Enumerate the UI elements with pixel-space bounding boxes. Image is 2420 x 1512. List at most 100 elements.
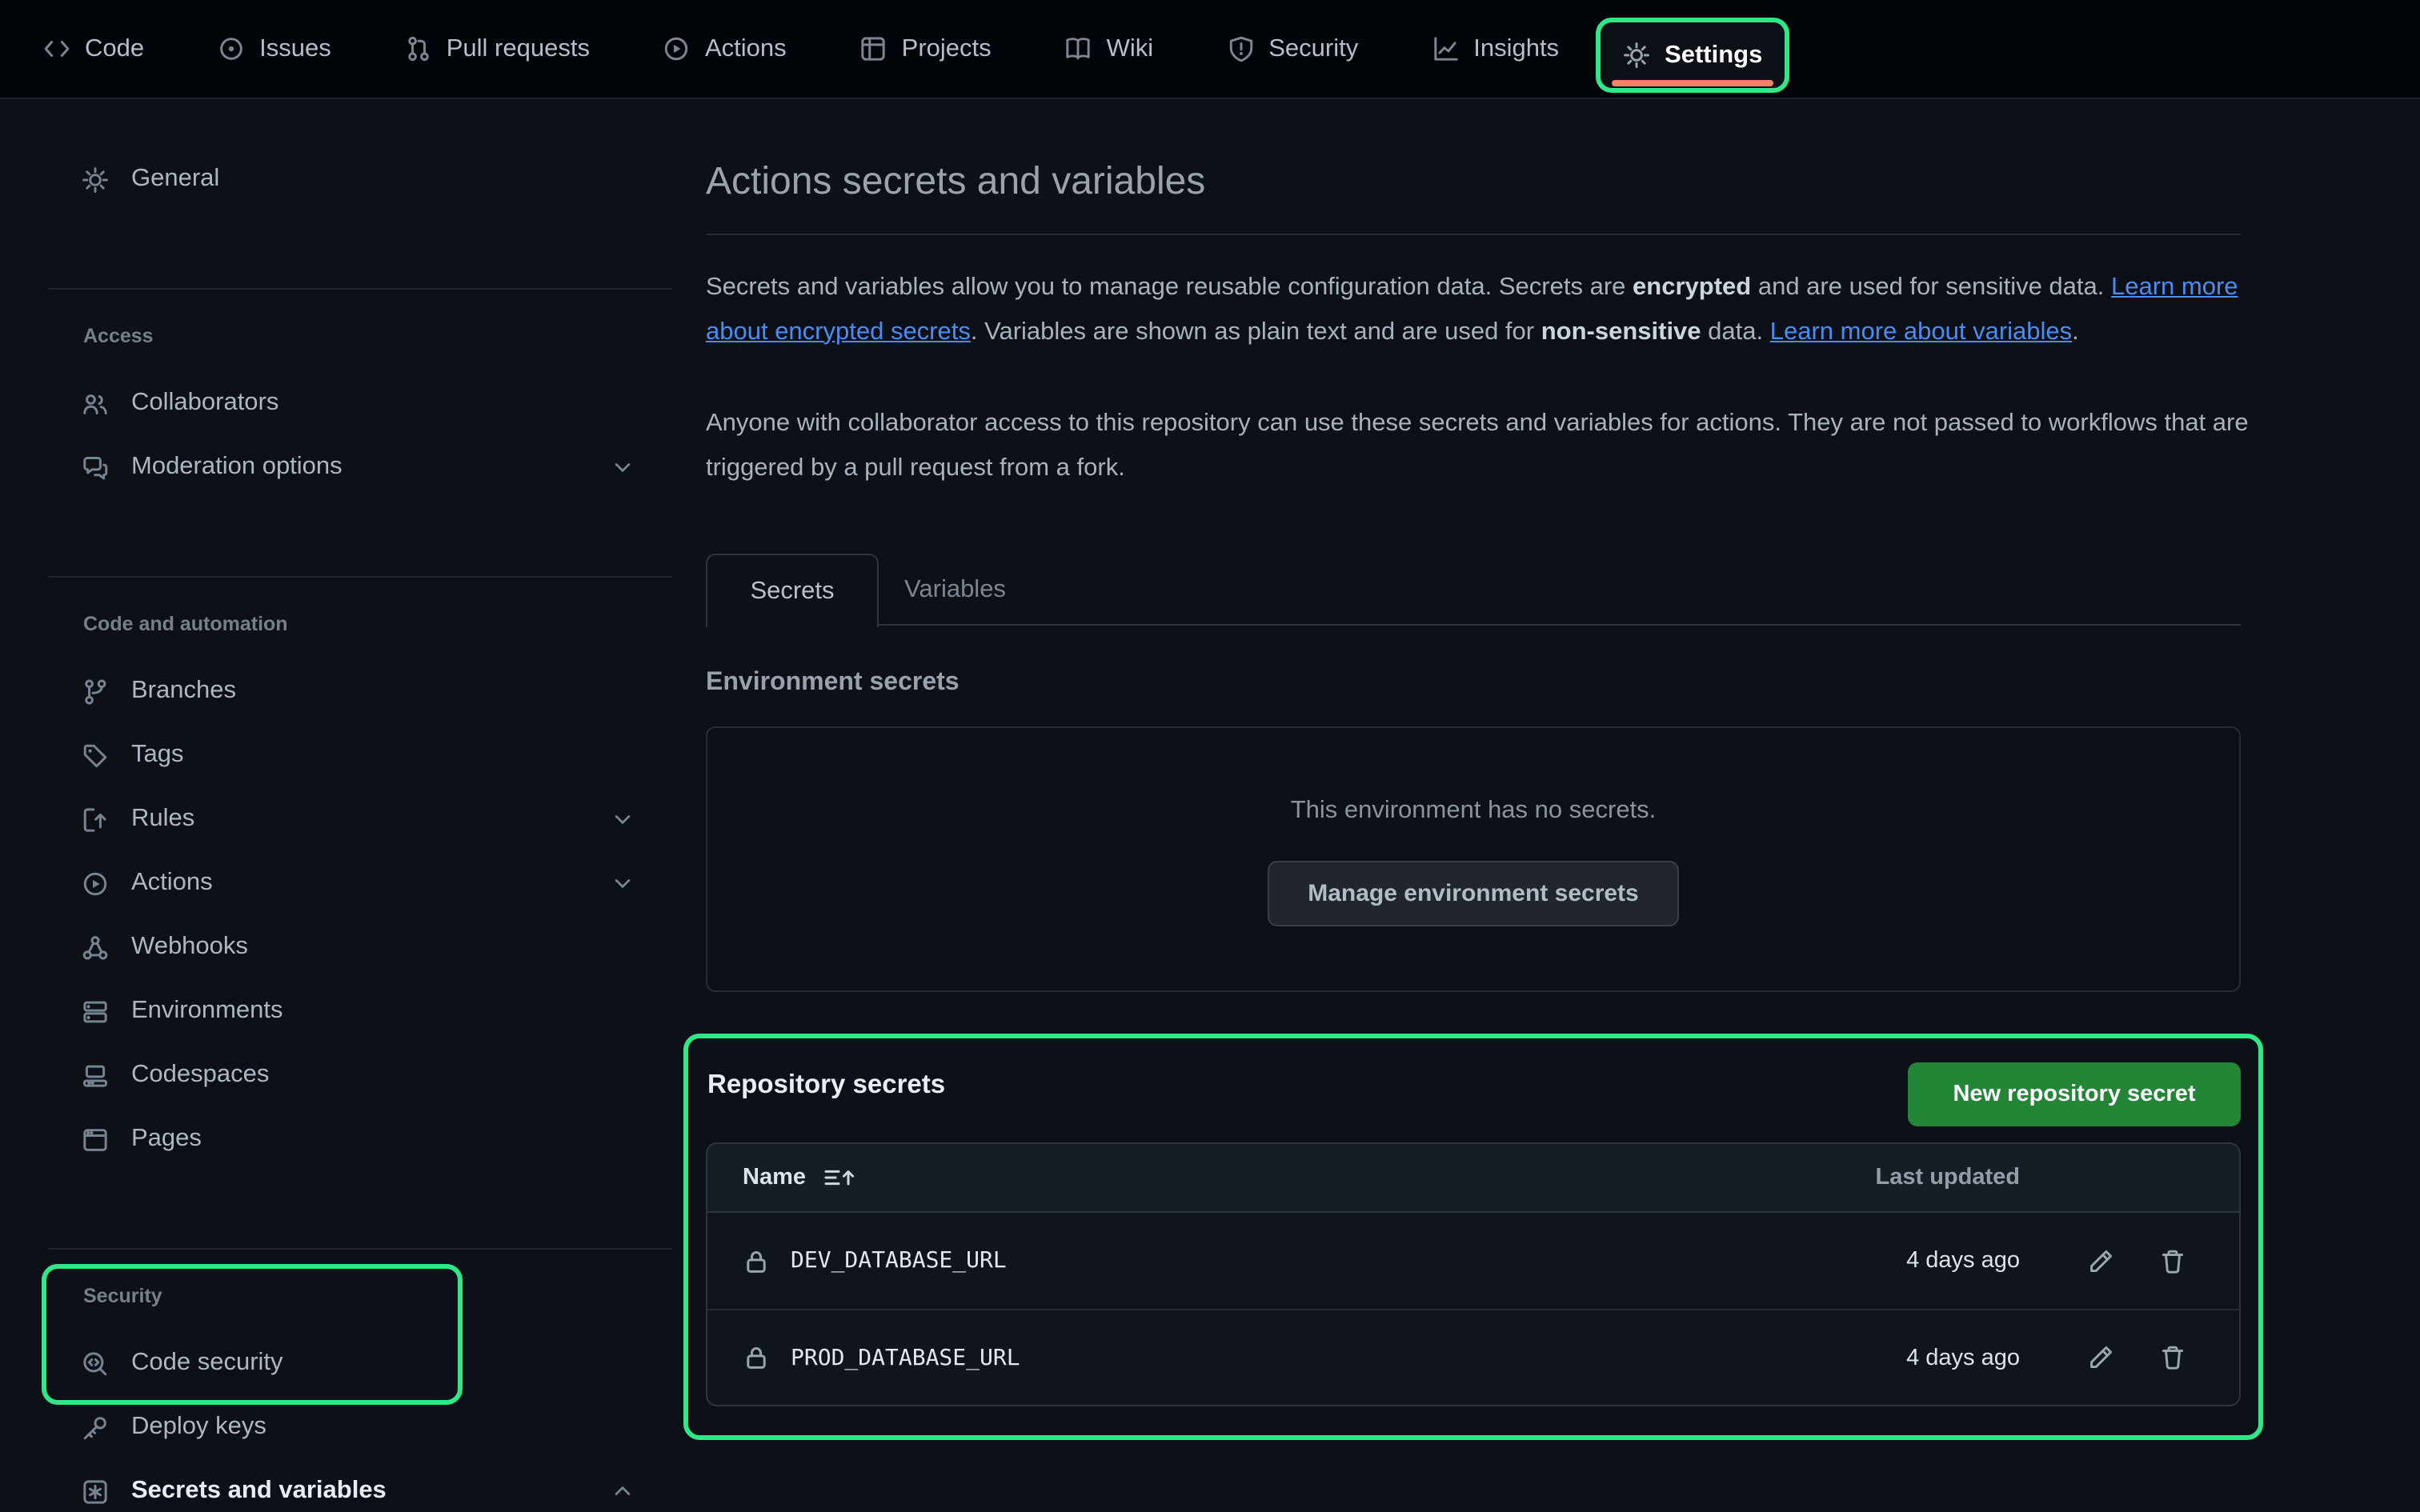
chevron-down-icon bbox=[611, 456, 634, 478]
sidebar-item-label: Rules bbox=[131, 805, 194, 834]
codescan-icon bbox=[82, 1350, 110, 1377]
table-row: PROD_DATABASE_URL 4 days ago bbox=[707, 1309, 2239, 1405]
repository-secrets-heading: Repository secrets bbox=[707, 1070, 945, 1101]
sidebar-item-collaborators[interactable]: Collaborators bbox=[48, 371, 672, 435]
sidebar-item-moderation-options[interactable]: Moderation options bbox=[48, 435, 672, 499]
sidebar-divider bbox=[48, 1248, 672, 1250]
edit-secret-button[interactable] bbox=[2087, 1247, 2114, 1274]
chevron-down-icon bbox=[611, 872, 634, 894]
sidebar-item-codespaces[interactable]: Codespaces bbox=[48, 1043, 672, 1107]
sidebar-item-label: General bbox=[131, 165, 219, 194]
sidebar-item-label: Secrets and variables bbox=[131, 1477, 387, 1506]
intro-text: data. bbox=[1701, 318, 1770, 345]
nav-tab-label: Insights bbox=[1473, 34, 1559, 63]
tab-variables[interactable]: Variables bbox=[904, 554, 1006, 626]
pull-request-icon bbox=[405, 35, 432, 62]
nav-tab-projects[interactable]: Projects bbox=[823, 0, 1028, 98]
nav-tab-label: Code bbox=[85, 34, 144, 63]
table-row: DEV_DATABASE_URL 4 days ago bbox=[707, 1213, 2239, 1309]
title-divider bbox=[706, 234, 2241, 235]
environment-empty-message: This environment has no secrets. bbox=[1291, 797, 1657, 826]
nav-tab-insights[interactable]: Insights bbox=[1395, 0, 1596, 98]
screen: CodeIssuesPull requestsActionsProjectsWi… bbox=[0, 0, 2420, 1512]
edit-secret-button[interactable] bbox=[2087, 1344, 2114, 1371]
new-repository-secret-button[interactable]: New repository secret bbox=[1908, 1062, 2241, 1126]
active-tab-underline bbox=[1612, 80, 1773, 86]
intro-text: . bbox=[2072, 318, 2079, 345]
environment-secrets-panel: This environment has no secrets. Manage … bbox=[706, 726, 2241, 992]
intro-text: and are used for sensitive data. bbox=[1751, 274, 2111, 301]
webhook-icon bbox=[82, 934, 110, 961]
sidebar-item-general[interactable]: General bbox=[48, 147, 672, 211]
sidebar-item-actions[interactable]: Actions bbox=[48, 851, 672, 915]
sidebar-item-label: Moderation options bbox=[131, 453, 343, 482]
rule-icon bbox=[82, 806, 110, 833]
secret-last-updated: 4 days ago bbox=[1906, 1345, 2020, 1370]
nav-tab-wiki[interactable]: Wiki bbox=[1028, 0, 1191, 98]
play-icon bbox=[663, 35, 691, 62]
column-header-name[interactable]: Name bbox=[743, 1165, 857, 1190]
emphasis-text: non-sensitive bbox=[1541, 318, 1701, 345]
comment-discussion-icon bbox=[82, 454, 110, 481]
environment-secrets-heading: Environment secrets bbox=[706, 669, 960, 698]
tab-variables-label: Variables bbox=[904, 575, 1006, 604]
graph-icon bbox=[1432, 35, 1459, 62]
sidebar-item-label: Deploy keys bbox=[131, 1413, 266, 1442]
sidebar-item-label: Code security bbox=[131, 1349, 283, 1378]
emphasis-text: encrypted bbox=[1633, 274, 1751, 301]
nav-tab-label: Issues bbox=[259, 34, 331, 63]
tab-secrets[interactable]: Secrets bbox=[706, 554, 879, 627]
sidebar-section-access: Access bbox=[83, 325, 154, 347]
nav-tab-pull-requests[interactable]: Pull requests bbox=[368, 0, 627, 98]
code-icon bbox=[43, 35, 70, 62]
top-nav: Code Issues Pull requestsActions Projects Wi… bbox=[0, 0, 2420, 99]
nav-tab-label: Security bbox=[1268, 34, 1358, 63]
sidebar-item-environments[interactable]: Environments bbox=[48, 979, 672, 1043]
sidebar-item-branches[interactable]: Branches bbox=[48, 659, 672, 723]
sidebar-item-code-security[interactable]: Code security bbox=[48, 1331, 672, 1395]
sidebar-item-deploy-keys[interactable]: Deploy keys bbox=[48, 1395, 672, 1459]
link-learn-more-about-variables[interactable]: Learn more about variables bbox=[1770, 318, 2072, 345]
sidebar-item-label: Environments bbox=[131, 997, 283, 1026]
nav-tab-label: Projects bbox=[902, 34, 992, 63]
sidebar-item-label: Pages bbox=[131, 1125, 202, 1154]
sidebar-item-webhooks[interactable]: Webhooks bbox=[48, 915, 672, 979]
intro-text: Secrets and variables allow you to manag… bbox=[706, 274, 1633, 301]
sidebar-item-label: Webhooks bbox=[131, 933, 248, 962]
secret-last-updated: 4 days ago bbox=[1906, 1248, 2020, 1274]
nav-tab-label: Wiki bbox=[1107, 34, 1154, 63]
tab-strip-line bbox=[875, 624, 2241, 626]
delete-secret-button[interactable] bbox=[2159, 1247, 2186, 1274]
sort-ascending-icon[interactable] bbox=[822, 1165, 857, 1190]
sidebar-section-code-and-automation: Code and automation bbox=[83, 613, 288, 635]
sidebar-item-pages[interactable]: Pages bbox=[48, 1107, 672, 1171]
browser-icon bbox=[82, 1126, 110, 1153]
gear-icon bbox=[1623, 42, 1650, 69]
sidebar-item-label: Branches bbox=[131, 677, 236, 706]
name-column-label: Name bbox=[743, 1165, 806, 1190]
nav-tab-code[interactable]: Code bbox=[6, 0, 181, 98]
sidebar-item-label: Codespaces bbox=[131, 1061, 269, 1090]
lock-icon bbox=[743, 1247, 770, 1274]
book-icon bbox=[1065, 35, 1092, 62]
page-title: Actions secrets and variables bbox=[706, 160, 1205, 205]
manage-environment-secrets-button[interactable]: Manage environment secrets bbox=[1268, 861, 1679, 926]
key-icon bbox=[82, 1414, 110, 1441]
nav-tab-settings[interactable]: Settings bbox=[1601, 22, 1785, 88]
nav-tab-security[interactable]: Security bbox=[1190, 0, 1395, 98]
sidebar-item-rules[interactable]: Rules bbox=[48, 787, 672, 851]
asterisk-box-icon bbox=[82, 1478, 110, 1505]
tab-secrets-label: Secrets bbox=[750, 577, 834, 606]
annotation-settings-tab: Settings bbox=[1596, 18, 1789, 93]
repository-settings-page: CodeIssuesPull requestsActionsProjectsWi… bbox=[0, 0, 2420, 1512]
project-icon bbox=[860, 35, 887, 62]
sidebar-item-label: Tags bbox=[131, 741, 184, 770]
access-note-paragraph: Anyone with collaborator access to this … bbox=[706, 402, 2250, 490]
play-icon bbox=[82, 870, 110, 897]
sidebar-item-secrets-and-variables[interactable]: Secrets and variables bbox=[48, 1459, 672, 1512]
intro-text: . Variables are shown as plain text and … bbox=[971, 318, 1541, 345]
nav-tab-actions[interactable]: Actions bbox=[627, 0, 823, 98]
nav-tab-issues[interactable]: Issues bbox=[181, 0, 368, 98]
delete-secret-button[interactable] bbox=[2159, 1344, 2186, 1371]
sidebar-item-tags[interactable]: Tags bbox=[48, 723, 672, 787]
